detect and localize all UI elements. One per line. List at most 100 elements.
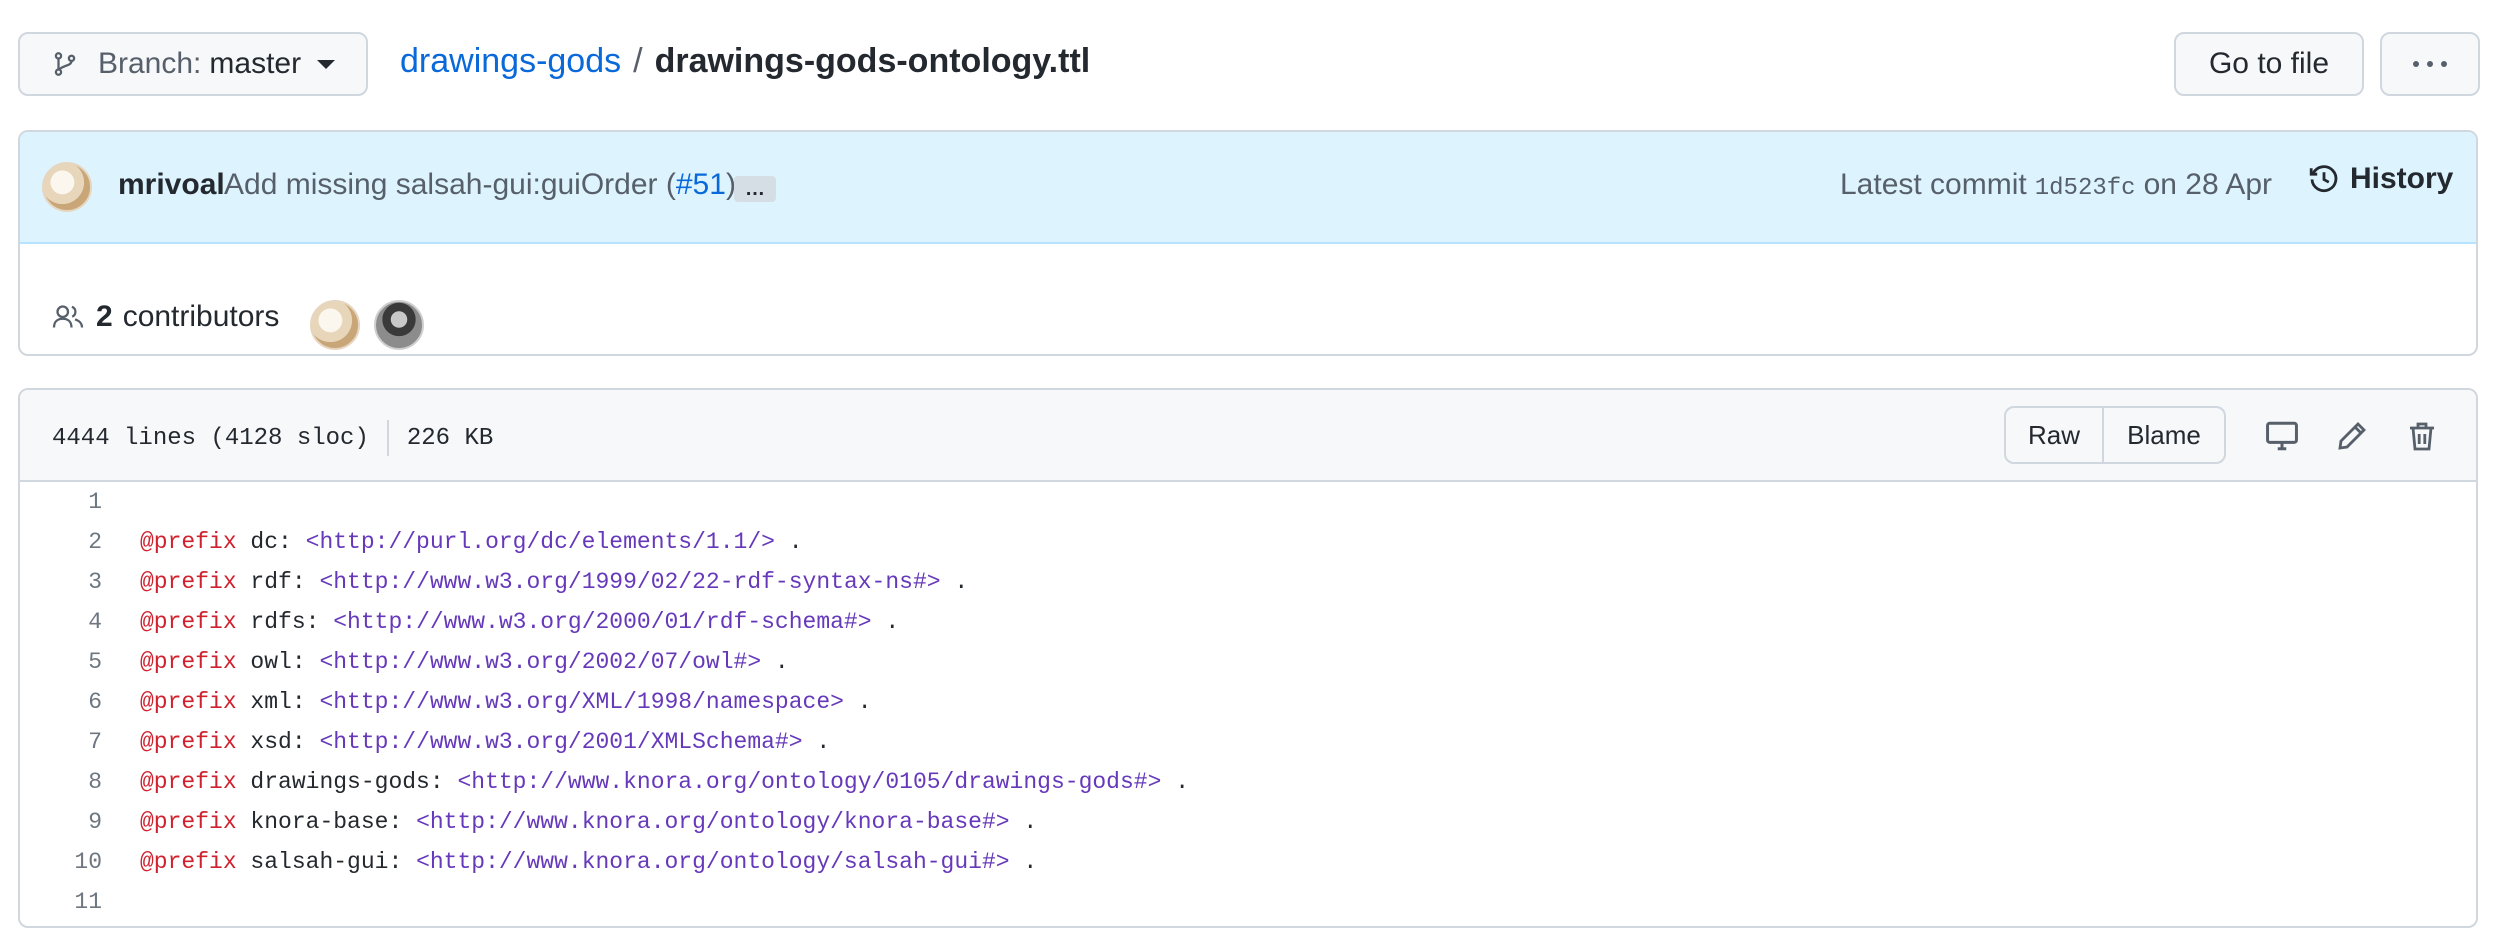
- commit-header: mrivoal Add missing salsah-gui:guiOrder …: [20, 132, 2476, 244]
- latest-commit-box: mrivoal Add missing salsah-gui:guiOrder …: [18, 130, 2478, 356]
- line-number[interactable]: 6: [20, 682, 102, 722]
- commit-author-link[interactable]: mrivoal: [118, 168, 225, 202]
- line-number[interactable]: 5: [20, 642, 102, 682]
- pencil-icon: [2338, 422, 2366, 450]
- contributor-avatar-2[interactable]: [374, 300, 424, 350]
- code-listing: 1 2 @prefix dc: <http://purl.org/dc/elemen…: [20, 482, 2476, 922]
- breadcrumb: drawings-gods / drawings-gods-ontology.t…: [400, 42, 1090, 81]
- prefix-name: xsd:: [236, 729, 320, 755]
- expand-commit-message-button[interactable]: …: [734, 176, 776, 202]
- repo-link[interactable]: drawings-gods: [400, 42, 621, 81]
- iri: <http://www.w3.org/2000/01/rdf-schema#>: [333, 609, 872, 635]
- iri: <http://www.knora.org/ontology/0105/draw…: [457, 769, 1162, 795]
- prefix-name: knora-base:: [236, 809, 417, 835]
- code-line: 7 @prefix xsd: <http://www.w3.org/2001/XM…: [20, 722, 2476, 762]
- contributors-row[interactable]: 2 contributors: [52, 300, 279, 334]
- prefix-name: dc:: [236, 529, 306, 555]
- edit-file-button[interactable]: [2326, 410, 2378, 462]
- line-source: @prefix xml: <http://www.w3.org/XML/1998…: [140, 682, 872, 722]
- prefix-keyword: @prefix: [140, 849, 237, 875]
- author-avatar[interactable]: [42, 162, 92, 212]
- pr-link[interactable]: #51: [676, 168, 726, 201]
- more-options-button[interactable]: [2380, 32, 2480, 96]
- iri: <http://www.w3.org/2002/07/owl#>: [319, 649, 762, 675]
- branch-label: Branch:: [98, 47, 202, 80]
- prefix-keyword: @prefix: [140, 529, 237, 555]
- iri: <http://www.w3.org/1999/02/22-rdf-syntax…: [319, 569, 941, 595]
- iri: <http://www.w3.org/XML/1998/namespace>: [319, 689, 844, 715]
- line-number[interactable]: 2: [20, 522, 102, 562]
- desktop-icon: [2266, 421, 2298, 451]
- commit-message[interactable]: Add missing salsah-gui:guiOrder (#51): [224, 168, 736, 202]
- line-count: 4444 lines (4128 sloc): [52, 424, 369, 452]
- terminator: .: [940, 569, 969, 595]
- raw-button[interactable]: Raw: [2006, 408, 2104, 462]
- line-number[interactable]: 4: [20, 602, 102, 642]
- iri: <http://www.w3.org/2001/XMLSchema#>: [319, 729, 803, 755]
- delete-file-button[interactable]: [2396, 410, 2448, 462]
- prefix-keyword: @prefix: [140, 809, 237, 835]
- file-size: 226 KB: [406, 424, 494, 452]
- line-source: @prefix knora-base: <http://www.knora.or…: [140, 802, 1037, 842]
- iri: <http://www.knora.org/ontology/salsah-gu…: [416, 849, 1010, 875]
- prefix-keyword: @prefix: [140, 769, 237, 795]
- terminator: .: [1009, 809, 1038, 835]
- line-source: @prefix rdf: <http://www.w3.org/1999/02/…: [140, 562, 968, 602]
- go-to-file-button[interactable]: Go to file: [2174, 32, 2364, 96]
- open-desktop-button[interactable]: [2256, 410, 2308, 462]
- prefix-keyword: @prefix: [140, 609, 237, 635]
- code-line: 2 @prefix dc: <http://purl.org/dc/element…: [20, 522, 2476, 562]
- code-line: 4 @prefix rdfs: <http://www.w3.org/2000/0…: [20, 602, 2476, 642]
- history-icon: [2309, 165, 2338, 193]
- terminator: .: [1009, 849, 1038, 875]
- trash-icon: [2410, 422, 2434, 451]
- line-source: @prefix rdfs: <http://www.w3.org/2000/01…: [140, 602, 899, 642]
- line-number[interactable]: 11: [20, 882, 102, 922]
- commit-date: on 28 Apr: [2143, 168, 2272, 201]
- terminator: .: [843, 689, 872, 715]
- code-line: 5 @prefix owl: <http://www.w3.org/2002/07…: [20, 642, 2476, 682]
- terminator: .: [774, 529, 803, 555]
- code-line: 9 @prefix knora-base: <http://www.knora.o…: [20, 802, 2476, 842]
- terminator: .: [1161, 769, 1189, 795]
- line-number[interactable]: 10: [20, 842, 102, 882]
- file-name: drawings-gods-ontology.ttl: [654, 42, 1091, 80]
- terminator: .: [761, 649, 789, 675]
- branch-select-button[interactable]: Branch: master: [18, 32, 368, 96]
- line-number[interactable]: 8: [20, 762, 102, 802]
- line-number[interactable]: 1: [20, 482, 102, 522]
- history-label: History: [2350, 162, 2454, 195]
- code-line: 8 @prefix drawings-gods: <http://www.knor…: [20, 762, 2476, 802]
- line-number[interactable]: 3: [20, 562, 102, 602]
- code-line: 3 @prefix rdf: <http://www.w3.org/1999/02…: [20, 562, 2476, 602]
- contributors-label: contributors: [122, 300, 280, 333]
- prefix-keyword: @prefix: [140, 729, 237, 755]
- code-line: 10 @prefix salsah-gui: <http://www.knora.…: [20, 842, 2476, 882]
- commit-sha-link[interactable]: 1d523fc: [2035, 175, 2136, 202]
- history-button[interactable]: History: [2308, 162, 2453, 196]
- line-number[interactable]: 7: [20, 722, 102, 762]
- line-number[interactable]: 9: [20, 802, 102, 842]
- branch-value: master: [209, 47, 302, 80]
- iri: <http://www.knora.org/ontology/knora-bas…: [416, 809, 1010, 835]
- code-line: 11: [20, 882, 2476, 922]
- file-header: 4444 lines (4128 sloc) 226 KB Raw Blame: [20, 390, 2476, 482]
- code-line: 6 @prefix xml: <http://www.w3.org/XML/199…: [20, 682, 2476, 722]
- caret-down-icon: [317, 59, 336, 69]
- prefix-name: salsah-gui:: [236, 849, 417, 875]
- prefix-name: xml:: [236, 689, 320, 715]
- prefix-keyword: @prefix: [140, 649, 237, 675]
- line-source: @prefix dc: <http://purl.org/dc/elements…: [140, 522, 803, 562]
- prefix-keyword: @prefix: [140, 569, 237, 595]
- contributor-avatar-1[interactable]: [310, 300, 360, 350]
- view-mode-buttons: Raw Blame: [2004, 406, 2226, 464]
- people-icon: [52, 305, 84, 328]
- file-info: 4444 lines (4128 sloc) 226 KB: [52, 420, 493, 456]
- blame-button[interactable]: Blame: [2104, 408, 2224, 462]
- breadcrumb-separator: /: [633, 42, 643, 80]
- contributors-count: 2: [96, 300, 113, 333]
- commit-message-text[interactable]: Add missing salsah-gui:guiOrder (: [224, 168, 676, 201]
- terminator: .: [871, 609, 900, 635]
- divider: [386, 420, 389, 456]
- latest-commit-info: Latest commit 1d523fc on 28 Apr: [1840, 168, 2272, 202]
